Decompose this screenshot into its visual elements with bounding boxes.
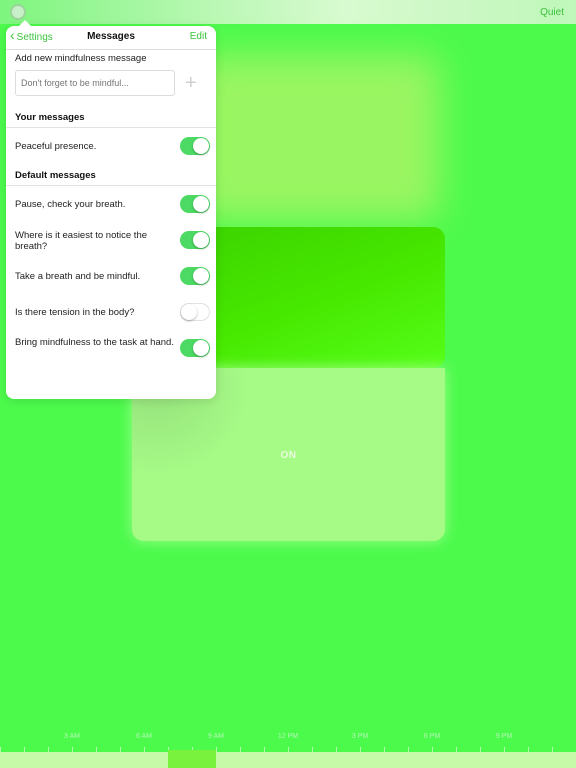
message-toggle[interactable] xyxy=(180,231,210,249)
add-message-label: Add new mindfulness message xyxy=(15,53,147,64)
message-toggle[interactable] xyxy=(180,137,210,155)
edit-button[interactable]: Edit xyxy=(190,31,207,42)
message-label: Bring mindfulness to the task at hand. xyxy=(15,337,174,348)
timeline-label: 6 PM xyxy=(423,733,441,740)
timeline-selection-handle[interactable] xyxy=(168,750,216,768)
message-toggle[interactable] xyxy=(180,267,210,285)
navigation-bar: ‹ Settings Messages Edit xyxy=(6,26,216,50)
message-label: Pause, check your breath. xyxy=(15,199,126,210)
plus-icon[interactable]: + xyxy=(185,72,197,95)
page-title: Messages xyxy=(87,31,135,42)
message-toggle[interactable] xyxy=(180,303,210,321)
timeline-label: 3 PM xyxy=(351,733,369,740)
background-glow xyxy=(190,55,440,220)
timeline-label: 9 PM xyxy=(495,733,513,740)
message-toggle[interactable] xyxy=(180,339,210,357)
gear-icon[interactable] xyxy=(10,4,26,20)
timeline-label: 9 AM xyxy=(208,733,224,740)
divider xyxy=(6,185,216,186)
message-label: Where is it easiest to notice the breath… xyxy=(15,230,148,252)
message-toggle[interactable] xyxy=(180,195,210,213)
message-label: Peaceful presence. xyxy=(15,141,97,152)
messages-popover: ‹ Settings Messages Edit Add new mindfuln… xyxy=(6,20,216,399)
timeline-track[interactable] xyxy=(0,752,576,768)
state-label: ON xyxy=(280,450,297,461)
timeline-label: 12 PM xyxy=(277,733,299,740)
message-label: Take a breath and be mindful. xyxy=(15,271,141,282)
quiet-button[interactable]: Quiet xyxy=(540,7,564,18)
your-messages-header: Your messages xyxy=(15,112,85,123)
top-bar: Quiet xyxy=(0,0,576,24)
timeline-label: 6 AM xyxy=(136,733,152,740)
timeline-label: 3 AM xyxy=(64,733,80,740)
message-label: Is there tension in the body? xyxy=(15,307,135,318)
new-message-input[interactable] xyxy=(15,70,175,96)
timeline[interactable]: 3 AM 6 AM 9 AM 12 PM 3 PM 6 PM 9 PM xyxy=(0,728,576,768)
default-messages-header: Default messages xyxy=(15,170,96,181)
divider xyxy=(6,127,216,128)
